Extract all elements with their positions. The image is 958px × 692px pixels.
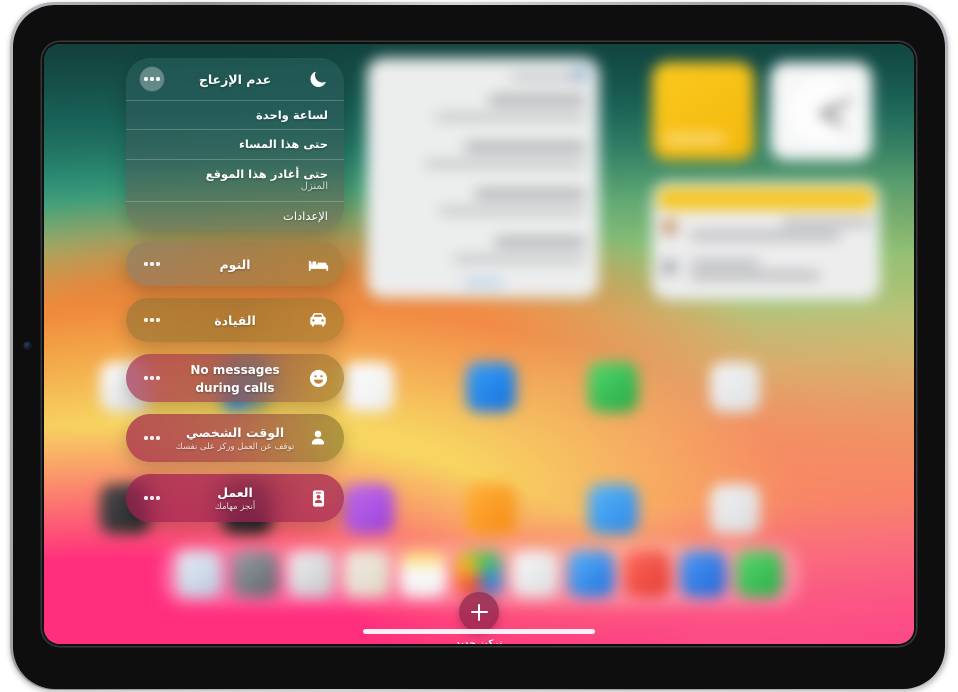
mail-widget[interactable] bbox=[652, 182, 880, 300]
dock-app-icon[interactable] bbox=[512, 551, 558, 597]
focus-option-until-this-evening[interactable]: حتى هذا المساء bbox=[126, 129, 344, 158]
focus-more-button[interactable] bbox=[140, 252, 164, 276]
ipad-screen: عدم الإزعاج لساعة واحدة حتى هذا المساء ح… bbox=[44, 44, 914, 644]
focus-tile-header[interactable]: No messages during calls bbox=[126, 354, 344, 402]
app-icon[interactable] bbox=[710, 484, 760, 534]
focus-tile-title: No messages during calls bbox=[190, 362, 280, 395]
screenshot-stage: عدم الإزعاج لساعة واحدة حتى هذا المساء ح… bbox=[0, 0, 958, 692]
dock-app-icon[interactable] bbox=[232, 551, 278, 597]
focus-more-button[interactable] bbox=[140, 426, 164, 450]
dock-app-icon[interactable] bbox=[176, 551, 222, 597]
clock-widget[interactable] bbox=[770, 62, 872, 160]
app-icon[interactable] bbox=[344, 362, 394, 412]
dock-app-icon[interactable] bbox=[400, 551, 446, 597]
app-icon[interactable] bbox=[710, 362, 760, 412]
focus-tile-header[interactable]: العمل أنجز مهامك bbox=[126, 474, 344, 522]
focus-tile-title: النوم bbox=[219, 256, 251, 272]
focus-tile-subtitle: أنجز مهامك bbox=[214, 501, 256, 512]
id-card-icon bbox=[306, 486, 330, 510]
app-icon[interactable] bbox=[466, 484, 516, 534]
car-icon bbox=[306, 308, 330, 332]
focus-tile-header[interactable]: عدم الإزعاج bbox=[126, 58, 344, 100]
app-icon[interactable] bbox=[466, 362, 516, 412]
focus-tile-header[interactable]: الوقت الشخصي توقف عن العمل وركز على نفسك bbox=[126, 414, 344, 462]
focus-tile-title: العمل bbox=[217, 485, 253, 501]
focus-tile-title-wrap: القيادة bbox=[164, 311, 306, 329]
focus-option-settings[interactable]: الإعدادات bbox=[126, 200, 344, 230]
focus-option-one-hour[interactable]: لساعة واحدة bbox=[126, 100, 344, 129]
front-camera-icon bbox=[24, 342, 31, 349]
focus-more-button[interactable] bbox=[140, 486, 164, 510]
focus-option-label: حتى أغادر هذا الموقع bbox=[205, 166, 328, 181]
smiley-face-icon bbox=[306, 366, 330, 390]
dock-app-icon[interactable] bbox=[456, 551, 502, 597]
dock-app-icon[interactable] bbox=[680, 551, 726, 597]
focus-tile-title-wrap: الوقت الشخصي توقف عن العمل وركز على نفسك bbox=[164, 423, 306, 452]
focus-tile-driving[interactable]: القيادة bbox=[126, 298, 344, 342]
focus-tile-personal-time[interactable]: الوقت الشخصي توقف عن العمل وركز على نفسك bbox=[126, 414, 344, 462]
focus-more-button[interactable] bbox=[140, 308, 164, 332]
dock-app-icon[interactable] bbox=[288, 551, 334, 597]
bed-icon bbox=[306, 252, 330, 276]
focus-tile-no-messages-during-calls[interactable]: No messages during calls bbox=[126, 354, 344, 402]
new-focus-button[interactable] bbox=[459, 592, 499, 632]
dock-app-icon[interactable] bbox=[344, 551, 390, 597]
focus-option-label: الإعدادات bbox=[283, 208, 328, 223]
plus-icon bbox=[470, 603, 488, 621]
focus-tile-sleep[interactable]: النوم bbox=[126, 242, 344, 286]
focus-tile-work[interactable]: العمل أنجز مهامك bbox=[126, 474, 344, 522]
focus-tile-subtitle: توقف عن العمل وركز على نفسك bbox=[175, 441, 295, 452]
focus-tile-title-wrap: No messages during calls bbox=[164, 360, 306, 397]
focus-tile-title: عدم الإزعاج bbox=[198, 71, 272, 87]
focus-tile-title: الوقت الشخصي bbox=[185, 425, 285, 441]
focus-option-label: لساعة واحدة bbox=[256, 108, 328, 122]
focus-panel: عدم الإزعاج لساعة واحدة حتى هذا المساء ح… bbox=[126, 58, 344, 534]
new-focus-group: تركيز جديد bbox=[419, 592, 539, 644]
focus-tile-do-not-disturb[interactable]: عدم الإزعاج لساعة واحدة حتى هذا المساء ح… bbox=[126, 58, 344, 230]
focus-tile-title: القيادة bbox=[214, 312, 256, 328]
focus-option-until-i-leave-location[interactable]: حتى أغادر هذا الموقع المنزل bbox=[126, 158, 344, 201]
focus-tile-title-wrap: النوم bbox=[164, 255, 306, 273]
notes-list-widget[interactable] bbox=[367, 58, 599, 298]
dock-app-icon[interactable] bbox=[624, 551, 670, 597]
focus-option-label: حتى هذا المساء bbox=[238, 137, 328, 152]
app-icon[interactable] bbox=[344, 484, 394, 534]
focus-more-button[interactable] bbox=[140, 366, 164, 390]
home-indicator[interactable] bbox=[363, 629, 595, 634]
dock-app-icon[interactable] bbox=[568, 551, 614, 597]
person-icon bbox=[306, 426, 330, 450]
focus-more-button[interactable] bbox=[140, 67, 164, 91]
app-icon[interactable] bbox=[588, 484, 638, 534]
focus-tile-header[interactable]: القيادة bbox=[126, 298, 344, 342]
app-icon[interactable] bbox=[588, 362, 638, 412]
new-focus-label: تركيز جديد bbox=[455, 639, 503, 644]
focus-option-sublabel: المنزل bbox=[300, 181, 328, 193]
clock-dial-icon bbox=[784, 74, 858, 148]
notes-yellow-widget[interactable] bbox=[652, 62, 754, 160]
focus-tile-title-wrap: العمل أنجز مهامك bbox=[164, 483, 306, 512]
focus-tile-header[interactable]: النوم bbox=[126, 242, 344, 286]
focus-tile-title-wrap: عدم الإزعاج bbox=[164, 70, 306, 88]
crescent-moon-icon bbox=[306, 67, 330, 91]
dock-app-icon[interactable] bbox=[736, 551, 782, 597]
focus-duration-options: لساعة واحدة حتى هذا المساء حتى أغادر هذا… bbox=[126, 100, 344, 230]
